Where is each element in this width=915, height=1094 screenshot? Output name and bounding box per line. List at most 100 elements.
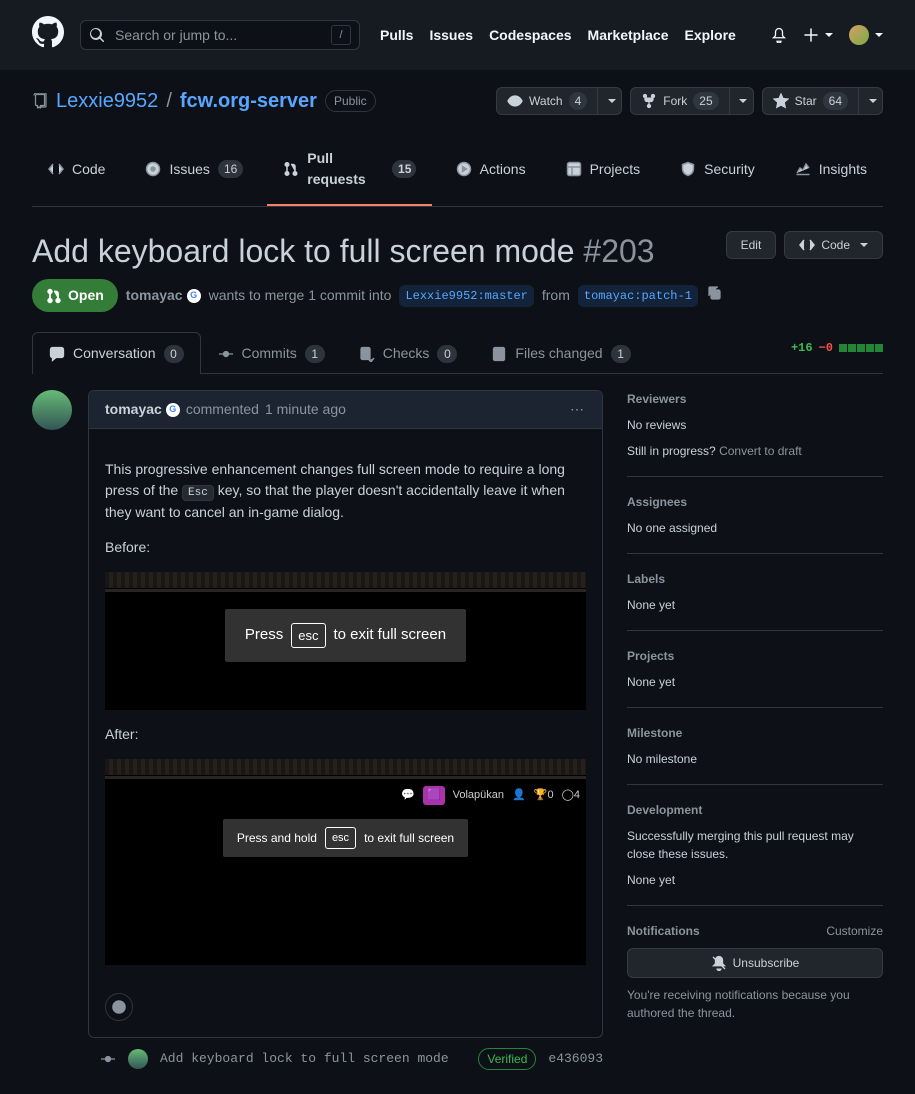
tab-files[interactable]: Files changed1 <box>474 332 647 374</box>
shield-icon <box>680 161 696 177</box>
player-name: Volapükan <box>453 787 504 804</box>
user-avatar <box>849 25 869 45</box>
play-icon <box>456 161 472 177</box>
pr-icon <box>46 288 62 304</box>
comment-menu[interactable]: ⋯ <box>570 399 586 420</box>
repo-name-link[interactable]: fcw.org-server <box>180 86 317 116</box>
pr-number: #203 <box>583 233 654 269</box>
comment-icon <box>49 346 65 362</box>
nav-explore[interactable]: Explore <box>684 25 735 46</box>
watch-button[interactable]: Watch 4 <box>496 87 622 115</box>
milestone-heading: Milestone <box>627 724 883 742</box>
tab-pulls[interactable]: Pull requests15 <box>267 140 431 206</box>
checks-count: 0 <box>437 345 457 363</box>
comment-header: tomayacG commented 1 minute ago ⋯ <box>89 391 602 429</box>
pr-state-open: Open <box>32 279 118 312</box>
bell-slash-icon <box>711 955 727 971</box>
projects-block: Projects None yet <box>627 631 883 708</box>
watch-dropdown[interactable] <box>597 88 621 114</box>
diff-blocks <box>839 344 883 352</box>
esc-kbd: Esc <box>182 485 214 501</box>
before-screenshot: Press esc to exit full screen <box>105 572 586 711</box>
copy-icon <box>706 285 722 301</box>
chat-bubble-icon: 💬 <box>401 787 415 804</box>
commit-message[interactable]: Add keyboard lock to full screen mode <box>160 1049 449 1069</box>
tab-security[interactable]: Security <box>664 140 771 206</box>
copy-branch-icon[interactable] <box>706 285 722 307</box>
pr-author[interactable]: tomayacG <box>126 285 201 306</box>
merge-text: wants to merge 1 commit into <box>209 285 392 306</box>
verified-badge[interactable]: Verified <box>478 1048 536 1070</box>
tab-insights[interactable]: Insights <box>779 140 883 206</box>
search-icon <box>89 27 105 43</box>
repo-icon <box>32 93 48 109</box>
fork-button[interactable]: Fork25 <box>630 87 753 115</box>
reviewers-value: No reviews <box>627 416 883 434</box>
projects-value: None yet <box>627 673 883 691</box>
head-branch[interactable]: tomayac:patch-1 <box>578 285 698 307</box>
nav-pulls[interactable]: Pulls <box>380 25 413 46</box>
development-heading: Development <box>627 801 883 819</box>
global-header: / Pulls Issues Codespaces Marketplace Ex… <box>0 0 915 70</box>
commit-dot-icon <box>100 1051 116 1067</box>
notifications-heading: Notifications <box>627 922 700 940</box>
repo-header: Lexxie9952 / fcw.org-server Public Watch… <box>0 70 915 207</box>
star-button[interactable]: Star64 <box>762 87 883 115</box>
comment-timestamp[interactable]: 1 minute ago <box>265 399 346 420</box>
tab-issues[interactable]: Issues16 <box>129 140 259 206</box>
after-label: After: <box>105 724 586 745</box>
add-reaction-button[interactable] <box>105 993 133 1021</box>
commit-sha[interactable]: e436093 <box>548 1049 603 1069</box>
checklist-icon <box>359 346 375 362</box>
fork-label: Fork <box>663 92 687 110</box>
watch-label: Watch <box>529 92 563 110</box>
after-toast: Press and hold esc to exit full screen <box>223 819 468 858</box>
comment-paragraph: This progressive enhancement changes ful… <box>105 459 586 523</box>
watch-count: 4 <box>569 92 588 110</box>
additions: +16 <box>791 339 813 357</box>
tab-actions[interactable]: Actions <box>440 140 542 206</box>
labels-value: None yet <box>627 596 883 614</box>
commit-author-avatar[interactable] <box>128 1049 148 1069</box>
nav-codespaces[interactable]: Codespaces <box>489 25 571 46</box>
search-input[interactable] <box>113 26 323 44</box>
star-dropdown[interactable] <box>858 88 882 114</box>
fork-dropdown[interactable] <box>729 88 753 114</box>
circle-stat: ◯4 <box>562 787 580 804</box>
tab-code[interactable]: Code <box>32 140 121 206</box>
labels-heading: Labels <box>627 570 883 588</box>
project-icon <box>566 161 582 177</box>
repo-owner-link[interactable]: Lexxie9952 <box>56 86 158 116</box>
comment-body: This progressive enhancement changes ful… <box>89 429 602 981</box>
milestone-block: Milestone No milestone <box>627 708 883 785</box>
unsubscribe-button[interactable]: Unsubscribe <box>627 948 883 978</box>
create-new-dropdown[interactable] <box>803 27 833 43</box>
tab-checks[interactable]: Checks0 <box>342 332 475 374</box>
notifications-bell[interactable] <box>771 27 787 43</box>
commits-count: 1 <box>305 345 325 363</box>
github-logo[interactable] <box>32 16 64 54</box>
customize-link[interactable]: Customize <box>826 922 883 940</box>
tab-conversation[interactable]: Conversation0 <box>32 332 201 374</box>
edit-title-button[interactable]: Edit <box>726 231 777 259</box>
tab-commits[interactable]: Commits1 <box>201 332 342 374</box>
user-menu[interactable] <box>849 25 883 45</box>
tab-projects[interactable]: Projects <box>550 140 657 206</box>
trophy-icon: 🏆0 <box>534 787 554 804</box>
global-search[interactable]: / <box>80 20 360 50</box>
convert-draft-link[interactable]: Convert to draft <box>719 444 802 458</box>
comment-author[interactable]: tomayacG <box>105 399 180 420</box>
issues-count: 16 <box>218 160 243 178</box>
nav-marketplace[interactable]: Marketplace <box>588 25 669 46</box>
after-topbar: 💬 🟪 Volapükan 👤 🏆0 ◯4 <box>105 784 586 807</box>
toast-esc-key: esc <box>291 623 325 649</box>
assignees-value: No one assigned <box>627 519 883 537</box>
development-block: Development Successfully merging this pu… <box>627 785 883 906</box>
base-branch[interactable]: Lexxie9952:master <box>399 285 533 307</box>
assignees-block: Assignees No one assigned <box>627 477 883 554</box>
pr-icon <box>283 161 299 177</box>
github-mark-icon <box>32 16 64 48</box>
code-dropdown-button[interactable]: Code <box>784 231 883 259</box>
nav-issues[interactable]: Issues <box>429 25 473 46</box>
comment-author-avatar[interactable] <box>32 390 72 430</box>
